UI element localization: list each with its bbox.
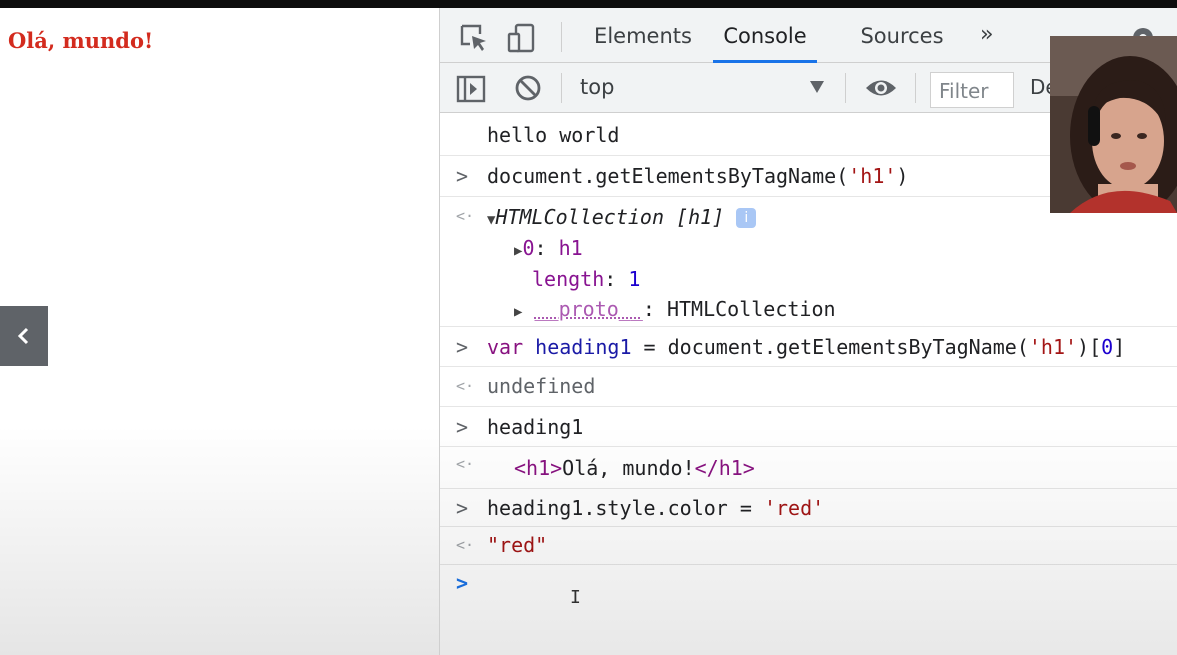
collection-name[interactable]: HTMLCollection [h1] [495,205,724,229]
collapsed-triangle-icon[interactable]: ▶ [514,304,522,320]
clear-console-icon[interactable] [514,74,542,102]
tab-elements[interactable]: Elements [590,8,696,63]
webcam-overlay [1050,36,1177,213]
command-text: = document.getElementsByTagName( [631,335,1029,359]
keyword: var [487,335,524,359]
prompt-chevron-icon: > [456,415,469,439]
log-text: hello world [487,123,620,147]
console-result-line: <· "red" [440,527,1177,565]
console-result-line: <· undefined [440,367,1177,407]
prop-key: __proto__ [534,297,643,321]
console-prompt[interactable]: > I [440,565,1177,645]
prompt-chevron-icon: > [456,571,469,595]
command-text: ] [1113,335,1126,359]
presenter-image [1050,36,1177,213]
prop-key: 0 [522,236,535,260]
toolbar-separator [845,73,846,103]
prop-value: 1 [628,267,641,291]
console-input-line: > var heading1 = document.getElementsByT… [440,327,1177,367]
toolbar-separator [915,73,916,103]
filter-input[interactable]: Filter [930,72,1014,108]
chevron-left-icon [17,327,29,345]
prop-value[interactable]: HTMLCollection [667,297,836,321]
prop-value[interactable]: h1 [559,236,583,260]
prop-key: length [532,267,605,291]
tab-sources[interactable]: Sources [857,8,947,63]
console-result-line: <· <h1>Olá, mundo!</h1> [440,447,1177,489]
variable-name: heading1 [535,335,632,359]
page-shade [0,425,439,655]
string-literal: 'h1' [848,164,897,188]
command-text: document.getElementsByTagName( [487,164,849,188]
inspect-element-icon[interactable] [458,22,490,54]
window-top-bar [0,0,1177,8]
result-arrow-icon: <· [456,536,475,554]
result-arrow-icon: <· [456,377,475,395]
tab-separator [561,22,562,52]
result-value: undefined [487,374,596,398]
element-result[interactable]: <h1>Olá, mundo!</h1> [514,456,755,480]
result-value: "red" [487,533,548,557]
prompt-chevron-icon: > [456,496,469,520]
prompt-chevron-icon: > [456,335,469,359]
device-toolbar-icon[interactable] [506,22,538,54]
page-viewport: Olá, mundo! [0,8,439,655]
command-text: )[ [1077,335,1102,359]
more-tabs-icon[interactable]: ›› [980,22,993,47]
console-sidebar-icon[interactable] [456,74,486,104]
result-arrow-icon: <· [456,207,475,225]
string-literal: 'red' [763,496,825,520]
back-button[interactable] [0,306,48,366]
command-text: heading1.style.color = [487,496,764,520]
console-input-line: > heading1 [440,407,1177,447]
context-selector[interactable]: top [580,75,614,99]
tab-console[interactable]: Console [713,8,817,63]
console-input-line: > heading1.style.color = 'red' [440,489,1177,527]
tag-close: </h1> [694,456,755,480]
command-text: ) [896,164,909,188]
element-text: Olá, mundo! [562,456,695,480]
chevron-down-icon[interactable] [810,81,824,93]
result-arrow-icon: <· [456,455,475,473]
number-literal: 0 [1101,335,1114,359]
console-result-line: <· ▼HTMLCollection [h1] i ▶0: h1 length:… [440,197,1177,327]
tag-open: <h1> [514,456,563,480]
string-literal: 'h1' [1028,335,1078,359]
toolbar-separator [561,73,562,103]
text-cursor-icon: I [570,587,581,608]
live-expression-icon[interactable] [864,77,898,99]
page-heading: Olá, mundo! [8,28,154,53]
command-text: heading1 [487,415,584,439]
info-icon[interactable]: i [736,208,757,228]
prompt-chevron-icon: > [456,164,469,188]
